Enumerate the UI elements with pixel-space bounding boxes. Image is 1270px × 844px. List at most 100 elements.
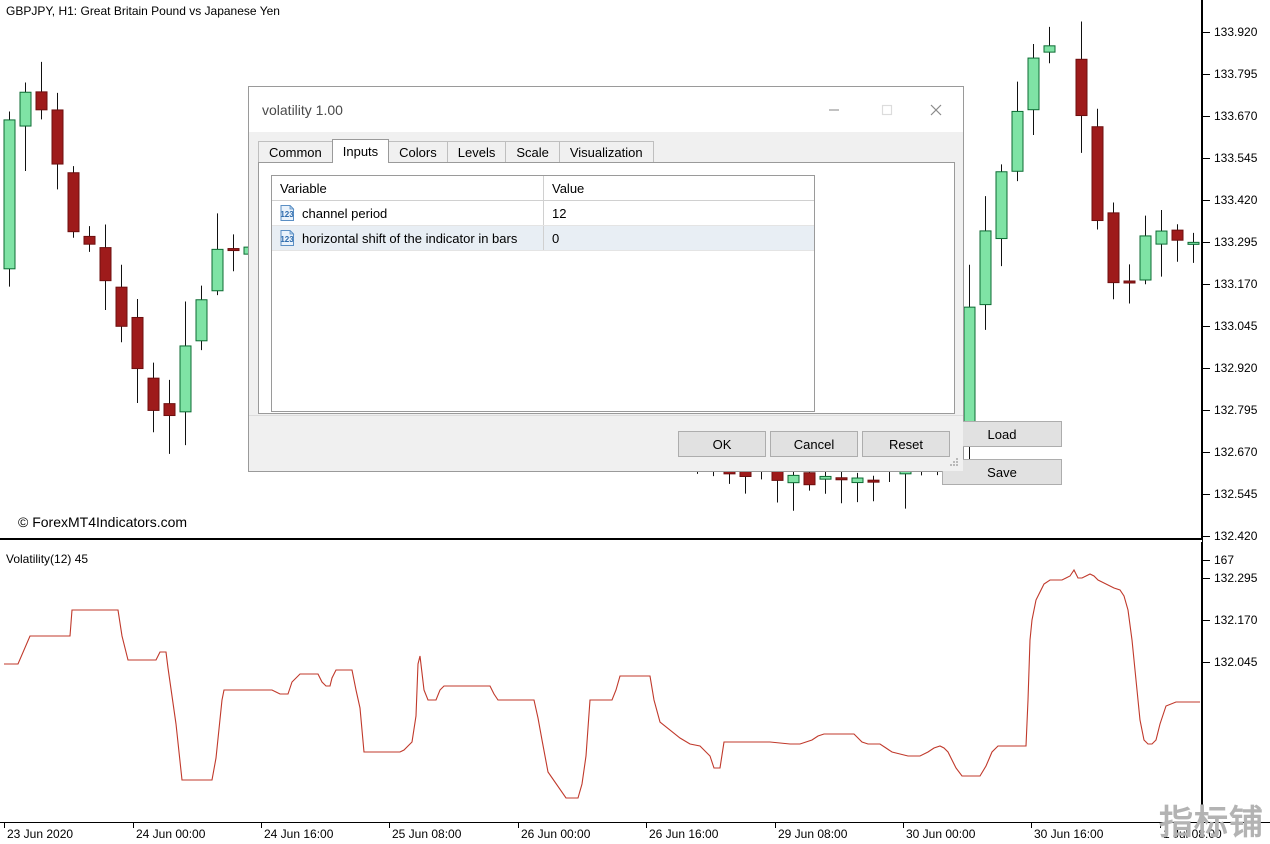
- tab-label: Colors: [399, 145, 437, 160]
- parameter-value-cell[interactable]: 0: [544, 226, 814, 250]
- volatility-line: [4, 568, 1200, 799]
- time-axis-label: 26 Jun 00:00: [521, 827, 591, 841]
- price-axis-tick: [1203, 536, 1210, 537]
- site-watermark: 指标铺: [1159, 803, 1264, 843]
- price-axis-tick: [1203, 368, 1210, 369]
- price-axis-label: 133.295: [1214, 235, 1258, 249]
- parameter-value-cell[interactable]: 12: [544, 201, 814, 225]
- price-axis-label: 132.670: [1214, 445, 1258, 459]
- ok-button[interactable]: OK: [678, 431, 766, 457]
- candle-bearish: [163, 379, 176, 454]
- candle-bearish: [227, 234, 240, 272]
- candle-bullish: [1139, 215, 1152, 285]
- time-axis-label: 29 Jun 08:00: [778, 827, 848, 841]
- time-axis-label: 23 Jun 2020: [7, 827, 74, 841]
- tab-scale[interactable]: Scale: [505, 141, 560, 163]
- price-axis-tick: [1203, 284, 1210, 285]
- candle-bullish: [195, 285, 208, 351]
- price-axis-tick: [1203, 74, 1210, 75]
- indicator-title-label: Volatility(12) 45: [6, 552, 89, 566]
- time-axis-tick: [775, 823, 776, 828]
- candle-bearish: [1107, 202, 1120, 300]
- time-axis-label: 24 Jun 00:00: [136, 827, 206, 841]
- time-axis-label: 30 Jun 00:00: [906, 827, 976, 841]
- dialog-tabstrip[interactable]: Common Inputs Colors Levels Scale Visualizati…: [258, 139, 654, 163]
- tab-common[interactable]: Common: [258, 141, 333, 163]
- price-axis-label: 132.920: [1214, 361, 1258, 375]
- candle-bullish: [211, 213, 224, 296]
- candle-bullish: [995, 164, 1008, 267]
- candle-bearish: [1171, 224, 1184, 262]
- indicator-properties-dialog[interactable]: volatility 1.00 Common Inputs Colors Levels…: [248, 86, 1062, 485]
- price-axis-tick: [1203, 242, 1210, 243]
- dialog-body: Common Inputs Colors Levels Scale Visualizati…: [249, 133, 1062, 485]
- price-axis-label: 133.545: [1214, 151, 1258, 165]
- candle-bullish: [1187, 232, 1200, 263]
- candle-bullish: [1011, 81, 1024, 182]
- price-axis-label: 133.170: [1214, 277, 1258, 291]
- volatility-indicator-pane[interactable]: [0, 542, 1202, 822]
- dialog-titlebar[interactable]: volatility 1.00: [249, 87, 963, 133]
- candle-bearish: [83, 226, 96, 252]
- time-axis-tick: [133, 823, 134, 828]
- volatility-line-series: [4, 568, 1200, 799]
- candle-bearish: [115, 264, 128, 343]
- candle-bearish: [1091, 108, 1104, 230]
- tab-inputs[interactable]: Inputs: [331, 139, 390, 163]
- price-axis-tick: [1203, 452, 1210, 453]
- column-header-variable: Variable: [272, 176, 544, 200]
- indicator-axis-tick: [1203, 560, 1210, 561]
- price-axis-label: 133.045: [1214, 319, 1258, 333]
- price-axis-tick: [1203, 116, 1210, 117]
- cancel-button[interactable]: Cancel: [770, 431, 858, 457]
- tab-label: Levels: [457, 145, 496, 160]
- number-input-icon: 123: [280, 230, 295, 246]
- parameters-table[interactable]: Variable Value 123 channel period 12 123 horiz…: [271, 175, 815, 412]
- candle-bullish: [1043, 26, 1056, 64]
- time-axis-tick: [389, 823, 390, 828]
- price-axis[interactable]: 133.920 133.795 133.670 133.545 133.420 133.2…: [1203, 0, 1270, 669]
- price-axis-label: 132.545: [1214, 487, 1258, 501]
- time-axis-label: 26 Jun 16:00: [649, 827, 719, 841]
- close-button[interactable]: [913, 87, 959, 132]
- tab-label: Visualization: [569, 145, 643, 160]
- parameter-value: 0: [552, 230, 560, 246]
- price-axis-label: 132.420: [1214, 529, 1258, 543]
- price-axis-tick: [1203, 158, 1210, 159]
- time-axis-tick: [1031, 823, 1032, 828]
- time-axis-tick: [646, 823, 647, 828]
- price-axis-label: 133.920: [1214, 25, 1258, 39]
- candle-bullish: [1027, 44, 1040, 135]
- tab-label: Common: [269, 145, 322, 160]
- price-axis-label: 133.420: [1214, 193, 1258, 207]
- table-row[interactable]: 123 channel period 12: [272, 201, 814, 226]
- time-axis[interactable]: 23 Jun 2020 24 Jun 00:00 24 Jun 16:00 25 Ju…: [0, 822, 1270, 844]
- tab-colors[interactable]: Colors: [388, 141, 448, 163]
- time-axis-label: 30 Jun 16:00: [1034, 827, 1104, 841]
- candle-bearish: [867, 475, 880, 502]
- minimize-button[interactable]: [811, 87, 857, 132]
- tab-levels[interactable]: Levels: [446, 141, 507, 163]
- time-axis-tick: [518, 823, 519, 828]
- svg-text:123: 123: [280, 235, 294, 244]
- price-axis-label: 133.670: [1214, 109, 1258, 123]
- indicator-axis[interactable]: 167: [1203, 542, 1270, 822]
- candle-bullish: [851, 472, 864, 503]
- time-axis-label: 24 Jun 16:00: [264, 827, 334, 841]
- reset-button[interactable]: Reset: [862, 431, 950, 457]
- price-axis-label: 132.795: [1214, 403, 1258, 417]
- maximize-button[interactable]: [864, 87, 910, 132]
- price-axis-tick: [1203, 32, 1210, 33]
- tab-visualization[interactable]: Visualization: [558, 141, 654, 163]
- resize-grip-icon[interactable]: [949, 457, 960, 468]
- table-row[interactable]: 123 horizontal shift of the indicator in …: [272, 226, 814, 251]
- candle-bearish: [131, 298, 144, 404]
- price-axis-tick: [1203, 200, 1210, 201]
- candle-bearish: [67, 166, 80, 238]
- price-axis-tick: [1203, 494, 1210, 495]
- copyright-label: © ForexMT4Indicators.com: [18, 514, 188, 530]
- chart-symbol-title: GBPJPY, H1: Great Britain Pound vs Japan…: [6, 4, 280, 18]
- candle-bullish: [1155, 209, 1168, 277]
- price-axis-tick: [1203, 326, 1210, 327]
- time-axis-tick: [261, 823, 262, 828]
